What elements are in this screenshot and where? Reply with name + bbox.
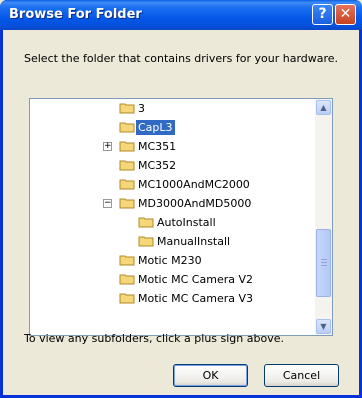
title-bar[interactable]: Browse For Folder ? ✕ [0,0,362,30]
tree-item-label: MC351 [138,140,177,153]
tree-item[interactable]: + MC351 [30,137,315,156]
tree-item[interactable]: MC1000AndMC2000 [30,175,315,194]
tree-item-label: CapL3 [136,120,175,135]
tree-item[interactable]: Motic M230 [30,251,315,270]
scroll-thumb[interactable] [316,229,331,297]
instruction-text: Select the folder that contains drivers … [24,52,339,65]
expand-button[interactable]: + [103,142,112,151]
browse-folder-dialog: Browse For Folder ? ✕ Select the folder … [0,0,362,398]
tree-item-label: Motic MC Camera V3 [138,292,253,305]
tree-item[interactable]: AutoInstall [30,213,315,232]
folder-icon [138,236,154,247]
tree-item[interactable]: Motic MC Camera V3 [30,289,315,308]
tree-item-label: MC352 [138,159,177,172]
folder-icon [119,293,135,304]
tree-item-label: AutoInstall [157,216,216,229]
tree-item-label: Motic M230 [138,254,202,267]
folder-icon [119,103,135,114]
window-title: Browse For Folder [9,7,142,22]
tree-item[interactable]: 3 [30,99,315,118]
folder-icon [119,122,135,133]
scroll-down-button[interactable]: ▼ [316,319,331,334]
thumb-grip [321,265,327,266]
tree-item-label: Motic MC Camera V2 [138,273,253,286]
folder-icon [119,160,135,171]
tree-item[interactable]: Motic MC Camera V2 [30,270,315,289]
hint-text: To view any subfolders, click a plus sig… [24,332,284,345]
collapse-button[interactable]: − [103,199,112,208]
ok-button[interactable]: OK [173,364,248,387]
close-button[interactable]: ✕ [335,4,356,25]
folder-icon [138,217,154,228]
folder-tree[interactable]: 3 CapL3 + MC351 MC352 MC1000AndMC2000 − [29,98,333,336]
tree-item-label: MD3000AndMD5000 [138,197,252,210]
folder-icon [119,141,135,152]
tree-item-label: MC1000AndMC2000 [138,178,250,191]
tree-item[interactable]: ManualInstall [30,232,315,251]
thumb-grip [321,262,327,263]
vertical-scrollbar[interactable]: ▲ ▼ [315,99,332,335]
tree-item[interactable]: CapL3 [30,118,315,137]
tree-item-label: 3 [138,102,145,115]
tree-item-label: ManualInstall [157,235,231,248]
tree-item[interactable]: − MD3000AndMD5000 [30,194,315,213]
folder-icon [119,255,135,266]
folder-icon [119,179,135,190]
folder-icon [119,274,135,285]
tree-item[interactable]: MC352 [30,156,315,175]
open-folder-icon [119,198,135,209]
scroll-up-button[interactable]: ▲ [316,100,331,115]
dialog-body: Select the folder that contains drivers … [3,30,359,395]
cancel-button[interactable]: Cancel [264,364,339,387]
thumb-grip [321,259,327,260]
help-button[interactable]: ? [312,4,333,25]
